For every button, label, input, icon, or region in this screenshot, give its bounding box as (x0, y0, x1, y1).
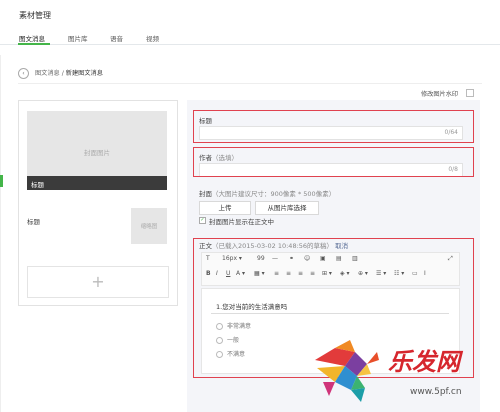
cover-field-label: 封面（大图片建议尺寸：900像素 * 500像素） (199, 188, 335, 198)
watermark-label[interactable]: 修改图片水印 (421, 89, 458, 98)
cover-placeholder: 封面图片 (84, 149, 110, 157)
tab-voice[interactable]: 语音 (110, 33, 123, 43)
active-tab-indicator (18, 43, 50, 45)
add-article-button[interactable]: + (27, 266, 169, 298)
tab-images[interactable]: 图片库 (68, 33, 88, 43)
cover-in-body-label: 封面图片显示在正文中 (209, 218, 274, 226)
page-title: 素材管理 (19, 11, 51, 20)
breadcrumb-parent[interactable]: 图文消息 (35, 70, 60, 77)
tab-divider (0, 44, 500, 45)
breadcrumb: 图文消息 / 新建图文消息 (35, 68, 103, 77)
bull-logo-icon (315, 340, 379, 402)
cover-label-text: 封面 (199, 190, 212, 198)
choose-from-library-button[interactable]: 从图片库选择 (255, 201, 319, 215)
watermark-checkbox[interactable] (466, 89, 474, 97)
breadcrumb-separator: / (61, 70, 64, 77)
tab-news[interactable]: 图文消息 (19, 33, 45, 43)
sidebar-edge (0, 55, 1, 412)
brand-name: 乐发网 (388, 348, 460, 376)
back-icon[interactable]: ‹ (18, 68, 29, 79)
title-highlight (193, 110, 474, 143)
article-item-title[interactable]: 标题 (27, 216, 40, 226)
upload-button[interactable]: 上传 (199, 201, 251, 215)
tab-video[interactable]: 视频 (146, 33, 159, 43)
cover-caption-bar: 标题 (27, 176, 167, 190)
header-divider (18, 83, 482, 84)
cover-caption-text: 标题 (31, 181, 44, 189)
thumbnail-placeholder: 缩略图 (140, 224, 158, 230)
brand-url: www.5pf.cn (410, 387, 462, 397)
sidebar-active-marker (0, 175, 3, 187)
cover-in-body-checkbox[interactable]: ✓ (199, 217, 206, 224)
breadcrumb-current: 新建图文消息 (65, 70, 103, 77)
cover-size-hint: （大图片建议尺寸：900像素 * 500像素） (212, 190, 336, 198)
article-thumbnail[interactable]: 缩略图 (131, 208, 167, 244)
author-highlight (193, 147, 474, 177)
